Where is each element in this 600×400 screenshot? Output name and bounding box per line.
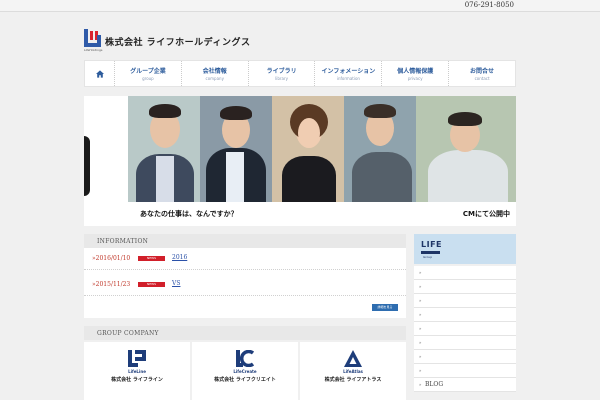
hero-photo: [344, 96, 416, 202]
arrow-icon: »: [419, 312, 422, 317]
sidebar-link-blog[interactable]: » BLOG: [414, 378, 516, 392]
lifecreate-logo-icon: [236, 350, 254, 367]
news-date: »2015/11/23: [92, 281, 131, 288]
arrow-icon: »: [419, 270, 422, 275]
hero-photo: [128, 96, 200, 202]
sidebar-link[interactable]: »: [414, 308, 516, 322]
hero-caption: あなたの仕事は、なんですか？: [140, 210, 238, 218]
hero-photo: [200, 96, 272, 202]
sidebar-link[interactable]: »: [414, 350, 516, 364]
nav-item-contact[interactable]: お問合せ contact: [449, 61, 515, 86]
card-logo-name: LifeLine: [128, 369, 146, 374]
company-card-lifeatlas[interactable]: LifeAtlas 株式会社 ライフアトラス: [300, 342, 406, 400]
group-company-panel: GROUP COMPANY LifeLine 株式会社 ライフライン LifeC…: [84, 326, 406, 400]
hero-photo-strip: [128, 96, 516, 202]
news-row: »2016/01/10 NEWS 2016: [84, 248, 406, 270]
site-header: LifeHoldings 株式会社 ライフホールディングス: [0, 13, 600, 60]
hero-edge-decoration: [84, 136, 90, 196]
global-nav: グループ企業 group 会社情報 company ライブラリ library …: [84, 60, 516, 87]
hero-cm-label: CMにて公開中: [462, 210, 510, 218]
arrow-icon: »: [419, 368, 422, 373]
card-company-name: 株式会社 ライフクリエイト: [214, 377, 276, 383]
company-card-lifeline[interactable]: LifeLine 株式会社 ライフライン: [84, 342, 190, 400]
nav-home[interactable]: [85, 61, 115, 86]
card-logo-name: LifeCreate: [233, 369, 257, 374]
nav-sublabel: privacy: [407, 76, 423, 81]
sidebar-link[interactable]: »: [414, 364, 516, 378]
life-logo-bar: [421, 251, 440, 254]
nav-sublabel: group: [142, 76, 154, 81]
company-name[interactable]: 株式会社 ライフホールディングス: [105, 35, 251, 48]
arrow-icon: »: [419, 284, 422, 289]
hero-photo: [272, 96, 344, 202]
nav-label: 会社情報: [202, 68, 227, 75]
news-link[interactable]: VS: [172, 280, 218, 287]
hero-photo: [416, 96, 516, 202]
life-logo: LIFE: [421, 240, 443, 249]
nav-label: お問合せ: [470, 68, 495, 75]
phone-number: 076-291-8050: [464, 1, 514, 9]
hero-banner[interactable]: あなたの仕事は、なんですか？ CMにて公開中: [84, 96, 516, 226]
sidebar-link[interactable]: »: [414, 294, 516, 308]
arrow-icon: »: [419, 340, 422, 345]
nav-label: グループ企業: [130, 68, 166, 75]
sidebar-link-label: BLOG: [425, 381, 444, 388]
sidebar-link[interactable]: »: [414, 336, 516, 350]
news-date: »2016/01/10: [92, 255, 131, 262]
card-company-name: 株式会社 ライフアトラス: [324, 377, 382, 383]
life-logo-sub: Group: [423, 255, 433, 259]
arrow-icon: »: [419, 382, 422, 387]
nav-item-group[interactable]: グループ企業 group: [115, 61, 182, 86]
home-icon: [95, 69, 104, 78]
life-group-banner[interactable]: LIFE Group: [414, 234, 516, 264]
arrow-icon: »: [419, 326, 422, 331]
nav-item-information[interactable]: インフォメーション information: [315, 61, 383, 86]
company-logo-icon[interactable]: [84, 29, 101, 47]
nav-sublabel: library: [275, 76, 288, 81]
more-button[interactable]: 詳細を見る: [372, 304, 398, 311]
lifeatlas-logo-icon: [344, 350, 362, 367]
nav-item-company[interactable]: 会社情報 company: [182, 61, 249, 86]
nav-sublabel: contact: [474, 76, 490, 81]
logo-wordmark: LifeHoldings: [84, 48, 103, 52]
news-link[interactable]: 2016: [172, 254, 193, 261]
news-badge: NEWS: [138, 256, 165, 261]
sidebar-link[interactable]: »: [414, 266, 516, 280]
nav-label: ライブラリ: [266, 68, 297, 75]
news-badge: NEWS: [138, 282, 165, 287]
arrow-icon: »: [419, 298, 422, 303]
nav-label: インフォメーション: [321, 68, 376, 75]
sidebar-link[interactable]: »: [414, 322, 516, 336]
information-panel: INFORMATION »2016/01/10 NEWS 2016 »2015/…: [84, 234, 406, 318]
top-bar: 076-291-8050: [0, 0, 600, 12]
news-row: »2015/11/23 NEWS VS: [84, 274, 406, 296]
information-heading: INFORMATION: [84, 234, 406, 248]
nav-item-library[interactable]: ライブラリ library: [249, 61, 316, 86]
nav-item-privacy[interactable]: 個人情報保護 privacy: [382, 61, 450, 86]
nav-label: 個人情報保護: [397, 68, 434, 75]
lifeline-logo-icon: [128, 350, 146, 367]
nav-sublabel: information: [336, 76, 360, 81]
company-card-lifecreate[interactable]: LifeCreate 株式会社 ライフクリエイト: [192, 342, 298, 400]
sidebar: LIFE Group » » » » » » » » » BLOG: [414, 234, 516, 400]
group-heading: GROUP COMPANY: [84, 326, 406, 340]
sidebar-link[interactable]: »: [414, 280, 516, 294]
card-logo-name: LifeAtlas: [343, 369, 363, 374]
nav-sublabel: company: [205, 76, 224, 81]
arrow-icon: »: [419, 354, 422, 359]
card-company-name: 株式会社 ライフライン: [111, 377, 163, 383]
